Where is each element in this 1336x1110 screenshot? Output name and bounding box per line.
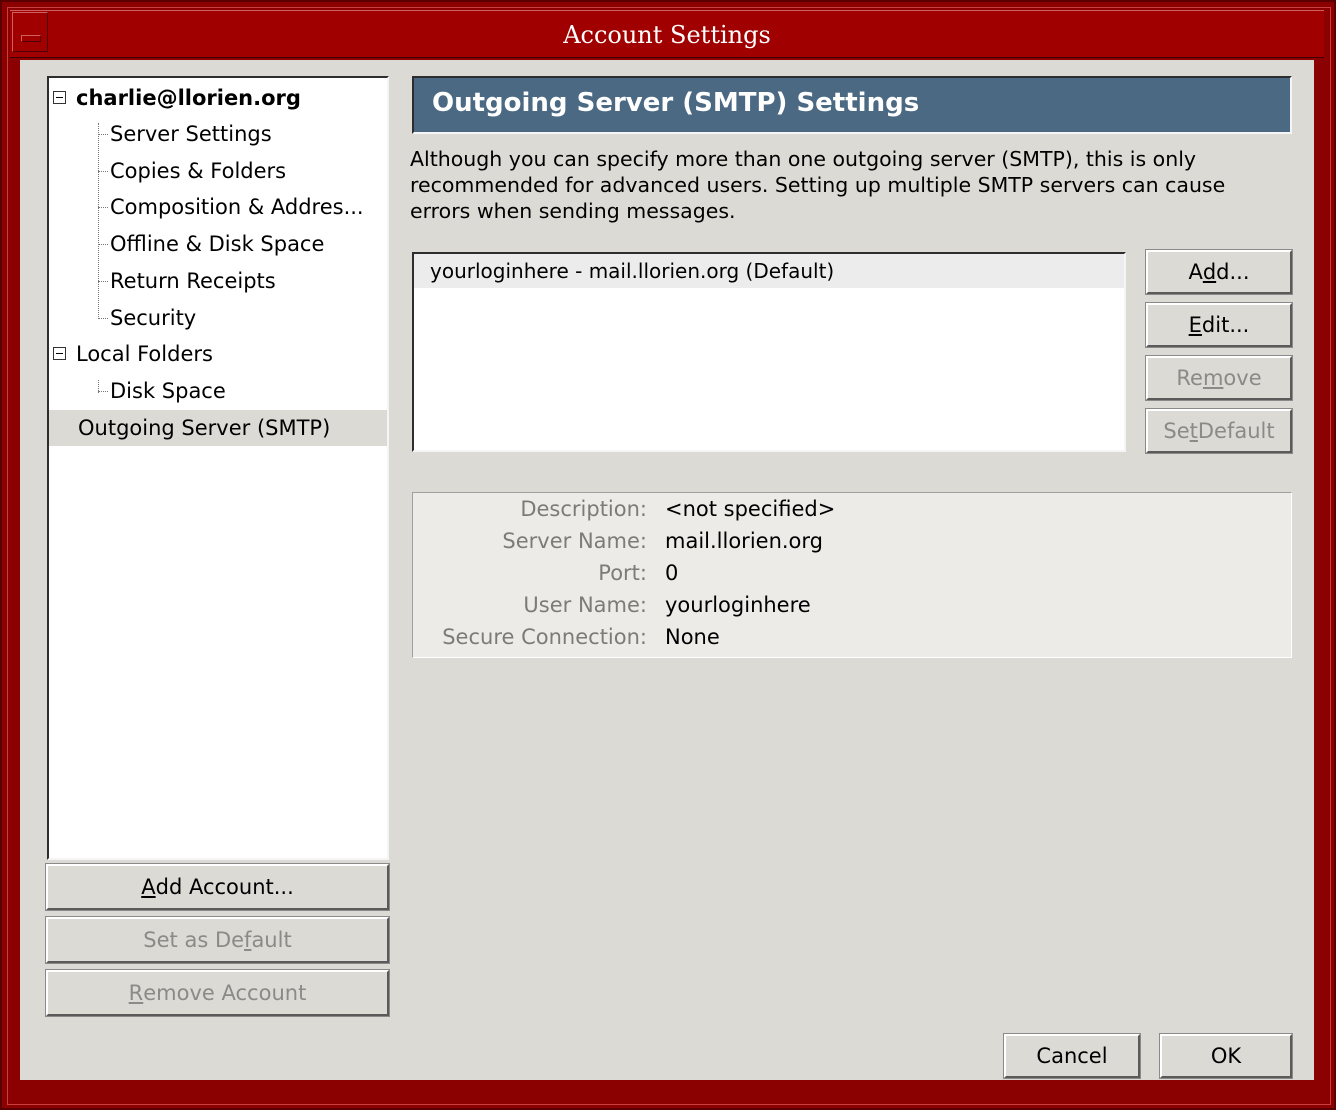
edit-server-button[interactable]: Edit... [1145,302,1293,348]
button-label: dit... [1201,313,1250,337]
tree-item-local-folders[interactable]: Local Folders [49,336,387,372]
button-label: Default [1197,419,1275,443]
tree-item-label: Offline & Disk Space [110,232,325,256]
tree-branch [98,281,108,282]
detail-value: yourloginhere [665,593,811,617]
button-label: ault [251,928,292,952]
tree-item-label: Local Folders [76,342,213,366]
button-label: Re [1176,366,1203,390]
set-default-server-button[interactable]: Set Default [1145,408,1293,454]
detail-label: Description: [520,497,647,521]
detail-row-description: Description: <not specified> [413,493,1289,525]
mnemonic: d [1202,260,1217,284]
window-title: Account Settings [563,21,771,49]
title-bar[interactable]: Account Settings [10,10,1324,58]
tree-item-composition[interactable]: Composition & Addres... [49,189,387,225]
collapse-icon[interactable] [53,91,66,104]
button-label: OK [1210,1044,1242,1068]
detail-label: User Name: [523,593,647,617]
tree-item-label: Server Settings [110,122,272,146]
tree-branch [98,318,108,319]
detail-row-secure-connection: Secure Connection: None [413,621,1289,653]
button-label: Se [1163,419,1190,443]
detail-value: None [665,625,720,649]
window-menu-button[interactable] [12,12,48,52]
mnemonic: A [141,875,156,899]
mnemonic: t [1189,419,1198,443]
tree-item-label: charlie@llorien.org [76,86,301,110]
dialog-body: charlie@llorien.org Server Settings Copi… [20,60,1314,1080]
ok-button[interactable]: OK [1159,1033,1293,1079]
remove-account-button[interactable]: Remove Account [45,969,390,1017]
tree-branch [98,171,108,172]
button-label: Set as De [143,928,245,952]
detail-label: Server Name: [502,529,647,553]
tree-item-server-settings[interactable]: Server Settings [49,116,387,152]
server-details: Description: <not specified> Server Name… [412,492,1292,658]
mnemonic: m [1202,366,1224,390]
tree-item-copies-folders[interactable]: Copies & Folders [49,153,387,189]
tree-item-disk-space[interactable]: Disk Space [49,373,387,409]
detail-label: Secure Connection: [442,625,647,649]
tree-item-label: Copies & Folders [110,159,287,183]
button-label: A [1188,260,1203,284]
tree-item-label: Security [110,306,197,330]
server-entry-label: yourloginhere - mail.llorien.org (Defaul… [430,259,835,283]
tree-item-outgoing-server[interactable]: Outgoing Server (SMTP) [49,410,387,446]
detail-value: <not specified> [665,497,836,521]
window-menu-icon [21,35,41,42]
tree-branch [98,134,108,135]
panel-header: Outgoing Server (SMTP) Settings [412,76,1292,134]
tree-item-label: Return Receipts [110,269,276,293]
detail-label: Port: [598,561,647,585]
tree-item-return-receipts[interactable]: Return Receipts [49,263,387,299]
detail-row-port: Port: 0 [413,557,1289,589]
tree-item-security[interactable]: Security [49,300,387,336]
button-label: d... [1216,260,1250,284]
smtp-server-list[interactable]: yourloginhere - mail.llorien.org (Defaul… [412,252,1126,452]
tree-branch [98,391,108,392]
tree-item-offline-disk[interactable]: Offline & Disk Space [49,226,387,262]
remove-server-button[interactable]: Remove [1145,355,1293,401]
panel-description: Although you can specify more than one o… [410,147,1226,223]
tree-item-label: Disk Space [110,379,226,403]
tree-item-account[interactable]: charlie@llorien.org [49,80,387,116]
button-label: ove [1223,366,1262,390]
mnemonic: E [1188,313,1202,337]
add-server-button[interactable]: Add... [1145,249,1293,295]
cancel-button[interactable]: Cancel [1003,1033,1141,1079]
detail-row-user-name: User Name: yourloginhere [413,589,1289,621]
detail-value: 0 [665,561,679,585]
set-as-default-button[interactable]: Set as Default [45,916,390,964]
tree-item-label: Outgoing Server (SMTP) [78,416,331,440]
tree-item-label: Composition & Addres... [110,195,364,219]
mnemonic: f [244,928,252,952]
tree-branch [98,207,108,208]
button-label: emove Account [143,981,307,1005]
button-label: dd Account... [155,875,294,899]
add-account-button[interactable]: Add Account... [45,863,390,911]
list-item[interactable]: yourloginhere - mail.llorien.org (Defaul… [414,254,1124,288]
detail-value: mail.llorien.org [665,529,824,553]
panel-title: Outgoing Server (SMTP) Settings [432,88,920,118]
collapse-icon[interactable] [53,347,66,360]
account-tree[interactable]: charlie@llorien.org Server Settings Copi… [47,76,389,860]
button-label: Cancel [1036,1044,1108,1068]
detail-row-server-name: Server Name: mail.llorien.org [413,525,1289,557]
tree-branch [98,244,108,245]
mnemonic: R [128,981,144,1005]
